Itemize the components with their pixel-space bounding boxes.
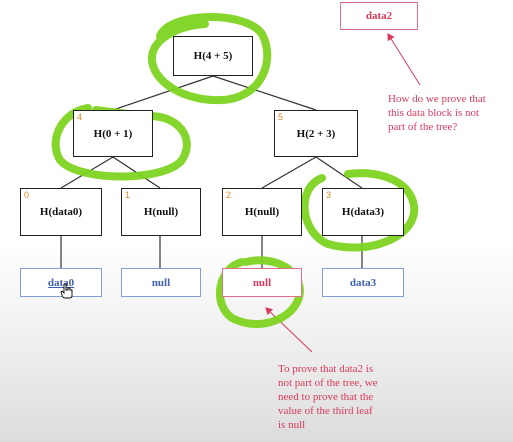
node-index: 3 <box>326 190 332 200</box>
leaf-label: data3 <box>349 276 377 289</box>
leaf-label: null <box>151 276 171 289</box>
data2-label: data2 <box>365 10 393 22</box>
leaf-label: null <box>252 276 272 289</box>
node-index: 0 <box>24 190 30 200</box>
tree-node-h23: 5 H(2 + 3) <box>274 110 358 157</box>
node-label: H(data3) <box>341 206 385 218</box>
node-index: 4 <box>77 112 83 122</box>
tree-root-node: H(4 + 5) <box>173 36 253 76</box>
hand-cursor-icon <box>60 283 73 299</box>
tree-node-h-data0: 0 H(data0) <box>20 188 102 236</box>
tree-node-h-null-2: 2 H(null) <box>222 188 302 236</box>
edge-root-right <box>212 75 317 111</box>
tree-node-h-null-1: 1 H(null) <box>121 188 201 236</box>
node-label: H(null) <box>143 206 179 218</box>
leaf-data3: data3 <box>322 268 404 297</box>
tree-node-h-data3: 3 H(data3) <box>322 188 404 236</box>
answer-annotation: To prove that data2 is not part of the t… <box>278 363 378 431</box>
node-index: 2 <box>226 190 232 200</box>
leaf-null-1: null <box>121 268 201 297</box>
node-index: 5 <box>278 112 284 122</box>
node-label: H(0 + 1) <box>93 127 133 140</box>
node-label: H(4 + 5) <box>193 50 233 62</box>
node-index: 1 <box>125 190 131 200</box>
tree-node-h01: 4 H(0 + 1) <box>73 110 153 157</box>
node-label: H(data0) <box>39 206 83 218</box>
node-label: H(2 + 3) <box>296 127 336 140</box>
leaf-null-2: null <box>222 268 302 297</box>
node-label: H(null) <box>244 206 280 218</box>
question-annotation: How do we prove that this data block is … <box>388 93 486 133</box>
arrow-to-data2 <box>387 33 421 86</box>
edge-h23-h2 <box>261 156 317 189</box>
data2-block: data2 <box>340 2 418 30</box>
